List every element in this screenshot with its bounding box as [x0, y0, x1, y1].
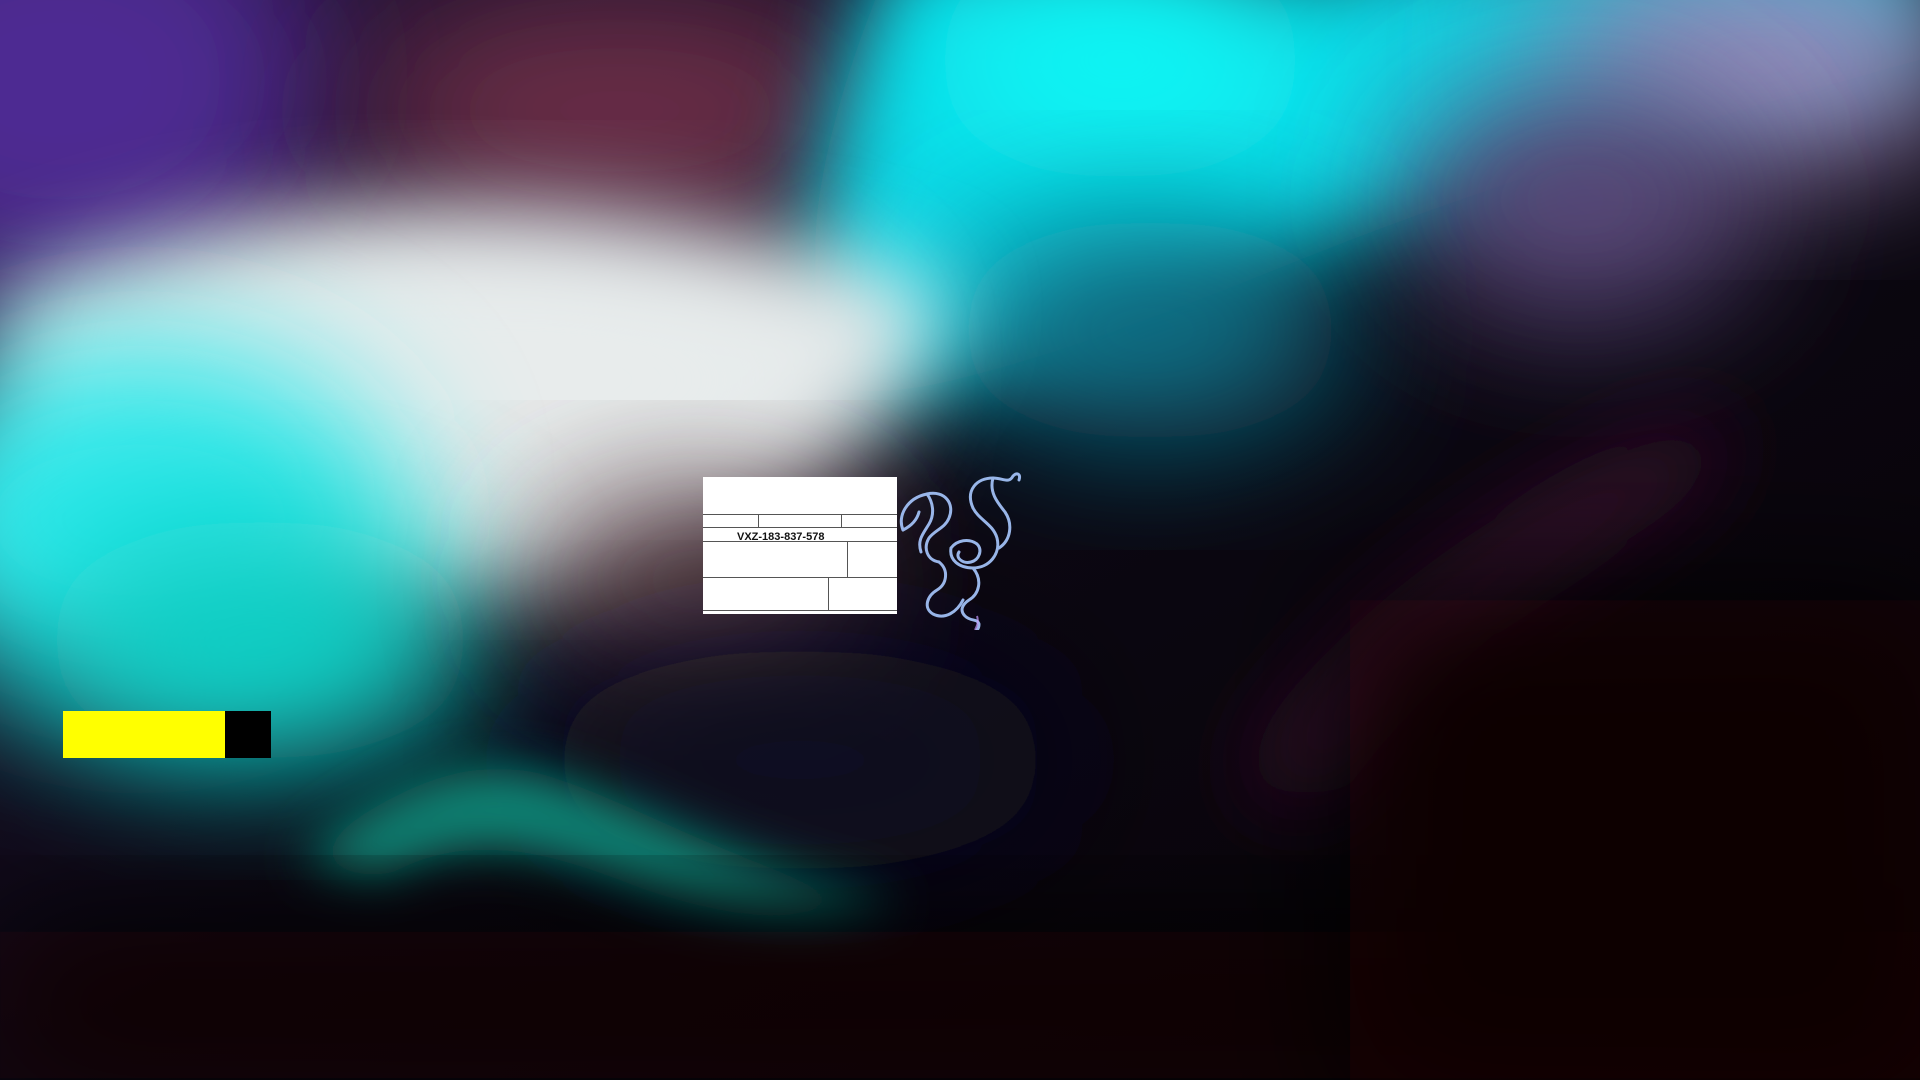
- divider: [847, 541, 848, 577]
- desktop: VXZ-183-837-578: [0, 0, 1920, 1080]
- divider: [828, 577, 829, 610]
- divider: [758, 514, 759, 527]
- divider: [703, 577, 897, 578]
- code-label: VXZ-183-837-578: [737, 531, 825, 543]
- label-window[interactable]: [703, 477, 897, 614]
- divider: [841, 514, 842, 527]
- divider: [703, 514, 897, 515]
- razer-snake-logo-icon: [899, 472, 1021, 630]
- divider: [703, 527, 897, 528]
- progress-bar-fill: [63, 711, 226, 758]
- progress-bar: [63, 711, 271, 758]
- divider: [703, 610, 897, 611]
